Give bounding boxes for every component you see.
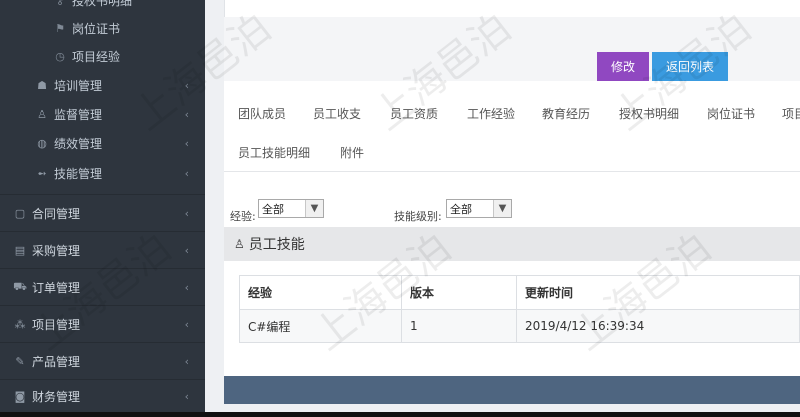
user-icon: ♙	[234, 237, 245, 251]
chevron-left-icon: ‹	[184, 317, 189, 331]
sidebar-item-label: 采购管理	[32, 243, 81, 258]
sidebar-item-project-experience[interactable]: ◷ 项目经验	[0, 42, 205, 70]
button-bar: 修改 返回列表	[224, 17, 800, 81]
tab-education[interactable]: 教育经历	[542, 105, 590, 122]
edit-icon: ✎	[15, 354, 25, 368]
cubes-icon: ⁂	[14, 317, 26, 331]
edit-button[interactable]: 修改	[597, 52, 649, 81]
chevron-down-icon: ▼	[305, 200, 323, 217]
sidebar-item-label: 合同管理	[32, 206, 81, 221]
chevron-left-icon: ‹	[184, 206, 189, 220]
tab-team-members[interactable]: 团队成员	[238, 105, 286, 122]
table-cell: 2019/4/12 16:39:34	[516, 309, 800, 343]
tab-bar: 团队成员 员工收支 员工资质 工作经验 教育经历 授权书明细 岗位证书 项目 员…	[224, 81, 800, 172]
skills-table: 经验 版本 更新时间 C#编程 1 2019/4/12 16:39:34	[239, 275, 800, 343]
sidebar-item-label: 财务管理	[32, 389, 81, 404]
skill-level-filter-label: 技能级别:	[394, 210, 442, 223]
chevron-left-icon: ‹	[184, 166, 189, 180]
sidebar-item-label: 监督管理	[54, 107, 103, 122]
tab-employee-qualifications[interactable]: 员工资质	[390, 105, 438, 122]
sidebar-item-finance[interactable]: ◙ 财务管理 ‹	[0, 379, 205, 412]
sidebar-item-label: 项目经验	[72, 49, 121, 64]
graduation-icon: ☗	[37, 78, 47, 92]
sidebar-item-label: 绩效管理	[54, 136, 103, 151]
chevron-left-icon: ‹	[184, 389, 189, 403]
sidebar-item-job-certificate[interactable]: ⚑ 岗位证书	[0, 14, 205, 42]
experience-select[interactable]: 全部 ▼	[258, 199, 324, 218]
document-icon: ▢	[14, 206, 26, 220]
archive-icon: ▤	[14, 243, 26, 257]
sidebar-item-label: 技能管理	[54, 166, 103, 181]
sidebar-item-label: 产品管理	[32, 354, 81, 369]
experience-filter-label: 经验:	[230, 210, 256, 223]
chevron-left-icon: ‹	[184, 136, 189, 150]
sidebar-item-label: 培训管理	[54, 78, 103, 93]
chevron-down-icon: ▼	[493, 200, 511, 217]
sidebar-item-orders[interactable]: ⛟ 订单管理 ‹	[0, 268, 205, 305]
chevron-left-icon: ‹	[184, 243, 189, 257]
sidebar-item-supervision[interactable]: ♙ 监督管理 ‹	[0, 100, 205, 128]
flag-icon: ⚑	[55, 21, 65, 35]
clock-icon: ◷	[55, 49, 65, 63]
sidebar-item-projects[interactable]: ⁂ 项目管理 ‹	[0, 305, 205, 342]
chevron-left-icon: ‹	[184, 78, 189, 92]
sidebar-item-purchasing[interactable]: ▤ 采购管理 ‹	[0, 231, 205, 268]
tab-projects[interactable]: 项目	[782, 105, 800, 122]
tab-employee-skill-details[interactable]: 员工技能明细	[238, 144, 310, 161]
table-cell: C#编程	[239, 309, 402, 343]
column-header-version[interactable]: 版本	[401, 275, 517, 310]
table-row[interactable]: C#编程 1 2019/4/12 16:39:34	[239, 309, 800, 343]
sidebar-item-label: 项目管理	[32, 317, 81, 332]
column-header-experience[interactable]: 经验	[239, 275, 402, 310]
sidebar-item-label: 授权书明细	[72, 0, 133, 8]
detail-panel: 团队成员 员工收支 员工资质 工作经验 教育经历 授权书明细 岗位证书 项目 员…	[224, 81, 800, 376]
cart-icon: ⛟	[13, 279, 27, 293]
sidebar: ⚷ 授权书明细 ⚑ 岗位证书 ◷ 项目经验 ☗ 培训管理 ‹ ♙ 监督管理 ‹ …	[0, 0, 205, 417]
sidebar-item-authorization-details[interactable]: ⚷ 授权书明细	[0, 0, 205, 14]
user-icon: ♙	[37, 107, 47, 121]
skill-level-select-value: 全部	[450, 202, 472, 216]
sidebar-item-label: 订单管理	[32, 280, 81, 295]
footer-bar	[224, 376, 800, 404]
sidebar-item-label: 岗位证书	[72, 21, 121, 36]
sidebar-item-skills[interactable]: ➻ 技能管理 ‹	[0, 159, 205, 187]
bottom-border	[0, 412, 800, 417]
section-header: ♙ 员工技能	[224, 227, 800, 261]
tab-authorization-details[interactable]: 授权书明细	[619, 105, 679, 122]
filter-bar: 经验: 全部 ▼ 技能级别: 全部 ▼	[224, 199, 800, 227]
sidebar-item-products[interactable]: ✎ 产品管理 ‹	[0, 342, 205, 379]
tab-job-certificate[interactable]: 岗位证书	[707, 105, 755, 122]
tab-employee-income[interactable]: 员工收支	[313, 105, 361, 122]
tab-attachments[interactable]: 附件	[340, 144, 364, 161]
main-content: 修改 返回列表 团队成员 员工收支 员工资质 工作经验 教育经历 授权书明细 岗…	[205, 0, 800, 417]
sidebar-item-contracts[interactable]: ▢ 合同管理 ‹	[0, 194, 205, 231]
sidebar-item-training[interactable]: ☗ 培训管理 ‹	[0, 71, 205, 99]
section-title: 员工技能	[248, 237, 305, 253]
chevron-left-icon: ‹	[184, 107, 189, 121]
tag-icon: ➻	[37, 166, 47, 180]
key-icon: ⚷	[55, 0, 65, 7]
panel-top	[224, 0, 800, 17]
table-header-row: 经验 版本 更新时间	[239, 275, 800, 310]
skill-level-select[interactable]: 全部 ▼	[446, 199, 512, 218]
chevron-left-icon: ‹	[184, 354, 189, 368]
column-header-updated-time[interactable]: 更新时间	[516, 275, 800, 310]
experience-select-value: 全部	[262, 202, 284, 216]
back-to-list-button[interactable]: 返回列表	[652, 52, 728, 81]
globe-icon: ◍	[37, 136, 47, 150]
tab-work-experience[interactable]: 工作经验	[467, 105, 515, 122]
money-icon: ◙	[14, 389, 26, 403]
chevron-left-icon: ‹	[184, 280, 189, 294]
sidebar-item-performance[interactable]: ◍ 绩效管理 ‹	[0, 129, 205, 157]
table-cell: 1	[401, 309, 517, 343]
